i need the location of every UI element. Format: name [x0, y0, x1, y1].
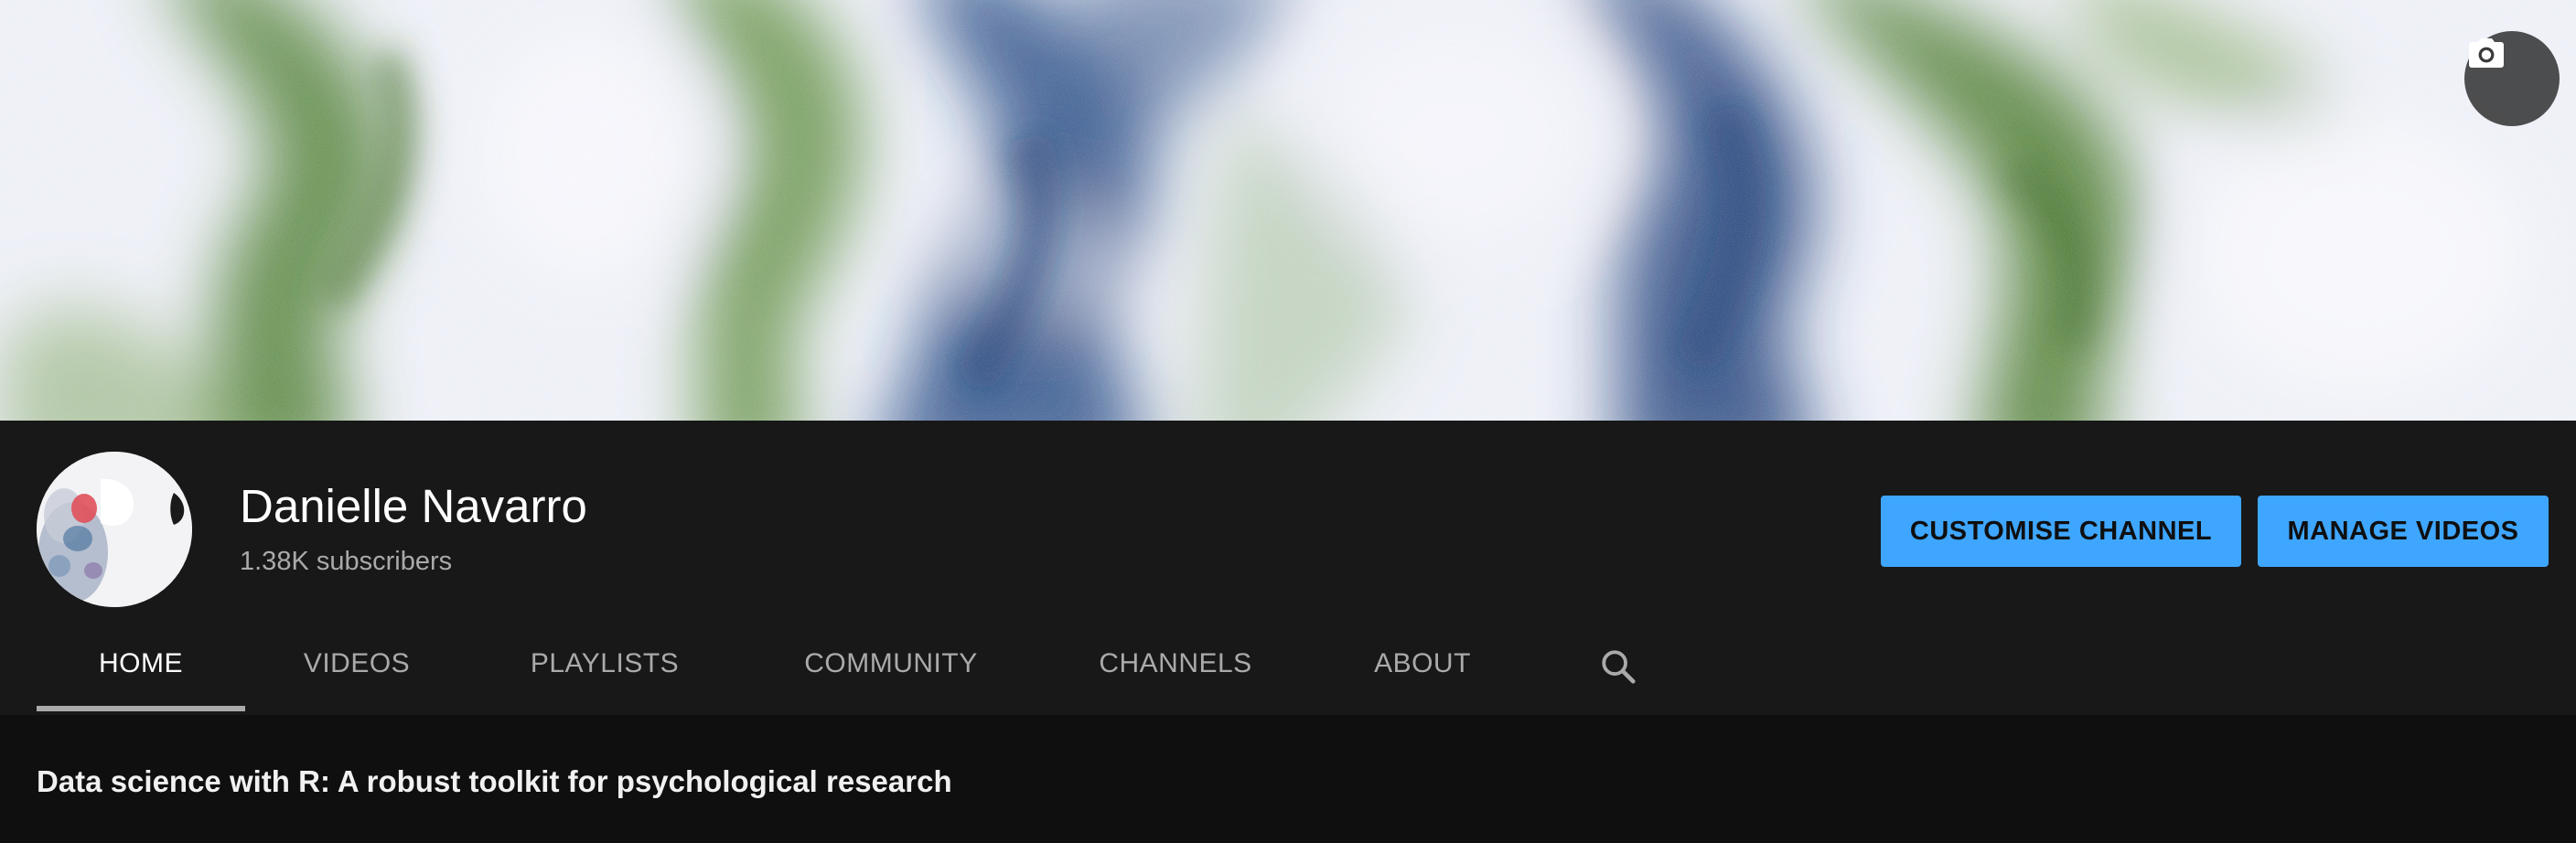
tab-videos[interactable]: VIDEOS — [276, 613, 437, 715]
tab-channels[interactable]: CHANNELS — [1081, 613, 1270, 715]
channel-banner — [0, 0, 2576, 421]
tab-playlists[interactable]: PLAYLISTS — [505, 613, 704, 715]
active-tab-indicator — [37, 706, 245, 711]
channel-header: Danielle Navarro 1.38K subscribers CUSTO… — [0, 421, 2576, 715]
channel-tabs: HOME VIDEOS PLAYLISTS COMMUNITY CHANNELS… — [0, 613, 2576, 715]
channel-name: Danielle Navarro — [240, 480, 587, 532]
avatar-image — [37, 452, 192, 607]
tab-community[interactable]: COMMUNITY — [783, 613, 999, 715]
camera-icon — [2469, 38, 2504, 68]
search-icon — [1602, 650, 1636, 684]
section-title: Data science with R: A robust toolkit fo… — [37, 764, 952, 798]
channel-search-button[interactable] — [1595, 644, 1641, 689]
customise-channel-button[interactable]: CUSTOMISE CHANNEL — [1881, 496, 2241, 567]
banner-art — [0, 0, 2576, 421]
tab-home[interactable]: HOME — [37, 613, 245, 715]
subscriber-count: 1.38K subscribers — [240, 547, 453, 576]
edit-banner-button[interactable] — [2464, 31, 2560, 126]
channel-page: Danielle Navarro 1.38K subscribers CUSTO… — [0, 0, 2576, 843]
avatar[interactable] — [37, 452, 192, 607]
tab-about[interactable]: ABOUT — [1345, 613, 1500, 715]
channel-content: Data science with R: A robust toolkit fo… — [0, 715, 2576, 843]
manage-videos-button[interactable]: MANAGE VIDEOS — [2258, 496, 2549, 567]
